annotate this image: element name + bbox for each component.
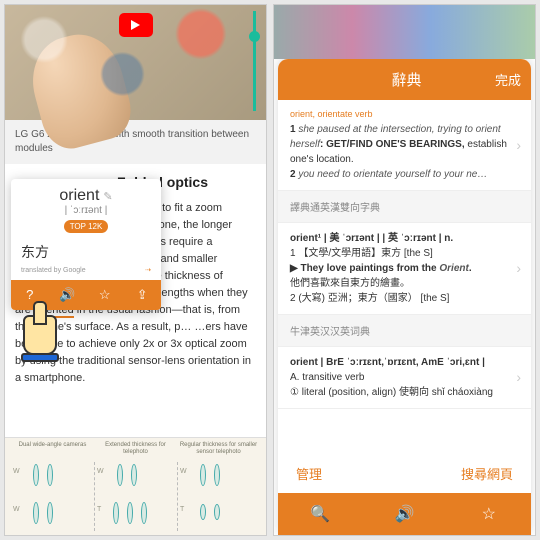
- sheet-title: 辭典: [318, 69, 495, 90]
- popup-ipa: | ˈɔːrɪənt |: [21, 205, 151, 216]
- diagram-label-1: Dual wide-angle cameras: [11, 442, 94, 462]
- entry-thesaurus[interactable]: orient, orientate verb 1 she paused at t…: [278, 100, 531, 191]
- entry-bilingual[interactable]: orient¹ | 美 ˈɔrɪənt | | 英 ˈɔːrɪənt | n. …: [278, 223, 531, 315]
- dictionary-popup: orient ✎ | ˈɔːrɪənt | TOP 12K 东方 translat…: [11, 179, 161, 310]
- speaker-icon[interactable]: 🔊: [49, 280, 87, 310]
- search-icon[interactable]: 🔍: [278, 493, 362, 535]
- left-phone-screen: LG G6 zoom preview with smooth transitio…: [4, 4, 267, 536]
- chevron-right-icon: ›: [516, 260, 521, 276]
- entry-oxford[interactable]: orient | BrE ˈɔːrɪɛnt,ˈɒrɪɛnt, AmE ˈɔri,…: [278, 347, 531, 409]
- right-phone-screen: 辭典 完成 orient, orientate verb 1 she pause…: [273, 4, 536, 536]
- lens-diagram: Dual wide-angle cameras W W Extended thi…: [5, 437, 266, 535]
- diagram-label-2: Extended thickness for telephoto: [94, 442, 177, 462]
- dict-source-2: 譯典通英漢雙向字典: [278, 191, 531, 223]
- chevron-right-icon: ›: [516, 369, 521, 385]
- star-icon[interactable]: ☆: [86, 280, 124, 310]
- frequency-badge: TOP 12K: [64, 220, 109, 233]
- sheet-header: 辭典 完成: [278, 59, 531, 100]
- pointer-cursor-illustration: [23, 315, 59, 362]
- chevron-right-icon: ›: [516, 137, 521, 153]
- search-web-button[interactable]: 搜尋網頁: [461, 464, 513, 483]
- dict-source-3: 牛津英汉汉英词典: [278, 315, 531, 347]
- zoom-slider-thumb[interactable]: [249, 31, 260, 42]
- zoom-slider-track[interactable]: [253, 11, 256, 111]
- youtube-play-icon[interactable]: [119, 13, 153, 37]
- edit-icon[interactable]: ✎: [103, 191, 112, 203]
- sheet-toolbar: 🔍 🔊 ☆: [278, 493, 531, 535]
- manage-button[interactable]: 管理: [296, 464, 322, 483]
- sheet-footer-links: 管理 搜尋網頁: [278, 454, 531, 493]
- entry-headword: orient, orientate verb: [290, 108, 519, 122]
- diagram-label-3: Regular thickness for smaller sensor tel…: [177, 442, 260, 462]
- share-icon[interactable]: ⇪: [124, 280, 162, 310]
- star-icon[interactable]: ☆: [447, 493, 531, 535]
- done-button[interactable]: 完成: [495, 70, 521, 89]
- dictionary-sheet: 辭典 完成 orient, orientate verb 1 she pause…: [278, 59, 531, 535]
- translated-by-label: translated by Google: [21, 267, 86, 274]
- speaker-icon[interactable]: 🔊: [362, 493, 446, 535]
- video-thumbnail[interactable]: [5, 5, 266, 120]
- background-photo: [274, 5, 535, 59]
- waveform-icon[interactable]: ⇢: [145, 266, 151, 274]
- popup-word: orient: [59, 187, 99, 204]
- popup-translation: 东方: [11, 236, 161, 266]
